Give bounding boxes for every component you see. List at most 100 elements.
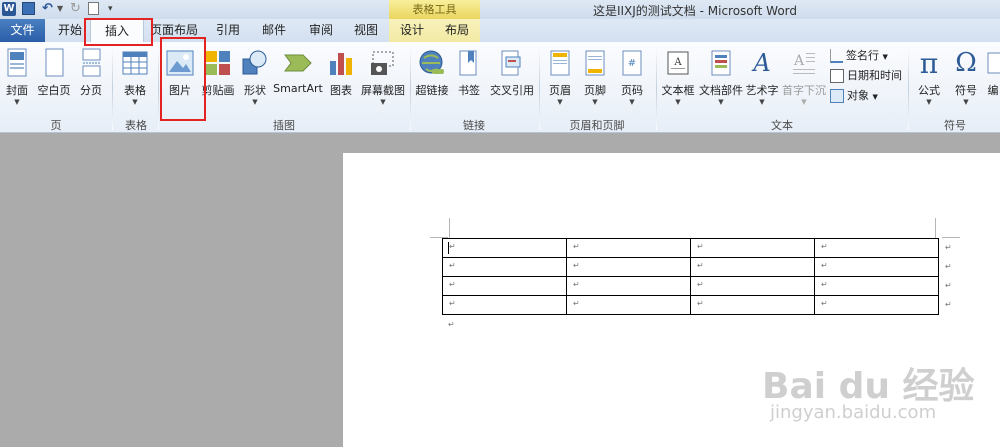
textbox-icon: A bbox=[667, 51, 689, 75]
header-icon bbox=[550, 50, 570, 76]
bookmark-icon bbox=[459, 50, 477, 76]
shapes-button[interactable]: 形状 ▼ bbox=[240, 46, 270, 107]
smartart-button[interactable]: SmartArt bbox=[273, 46, 323, 95]
table-cell[interactable]: ↵ bbox=[566, 276, 691, 296]
new-document-icon[interactable] bbox=[88, 2, 99, 15]
table-cell[interactable]: ↵ bbox=[442, 257, 567, 277]
bookmark-button[interactable]: 书签 bbox=[454, 46, 484, 98]
word-logo-icon[interactable]: W bbox=[2, 2, 16, 16]
shapes-icon bbox=[242, 50, 267, 75]
svg-text:#: # bbox=[628, 58, 636, 69]
table-cell[interactable]: ↵ bbox=[814, 276, 939, 296]
table-cell[interactable]: ↵ bbox=[442, 276, 567, 296]
table-cell[interactable]: ↵ bbox=[690, 238, 815, 258]
save-icon[interactable] bbox=[22, 2, 35, 15]
chart-label: 图表 bbox=[330, 84, 352, 97]
table-cell[interactable]: ↵ bbox=[566, 295, 691, 315]
drop-cap-button[interactable]: A 首字下沉 ▼ bbox=[781, 46, 827, 107]
tables-group-label: 表格 bbox=[125, 119, 147, 132]
table-icon bbox=[122, 51, 148, 75]
chevron-down-icon: ▼ bbox=[963, 98, 969, 106]
chevron-down-icon: ▼ bbox=[882, 53, 888, 61]
table-cell[interactable]: ↵ bbox=[814, 238, 939, 258]
row-end-mark: ↵ bbox=[945, 300, 952, 309]
cell-paragraph-mark: ↵ bbox=[697, 242, 704, 251]
wordart-label: 艺术字 bbox=[745, 84, 779, 97]
tab-references[interactable]: 引用 bbox=[210, 19, 246, 42]
page-number-icon: # bbox=[622, 50, 642, 76]
bookmark-label: 书签 bbox=[458, 84, 480, 97]
cell-paragraph-mark: ↵ bbox=[821, 299, 828, 308]
footer-label: 页脚 bbox=[584, 84, 606, 97]
undo-dropdown-icon[interactable]: ▼ bbox=[57, 2, 71, 16]
tab-design[interactable]: 设计 bbox=[394, 19, 430, 42]
date-time-button[interactable]: 日期和时间 bbox=[830, 67, 902, 83]
quick-parts-icon bbox=[711, 50, 731, 76]
hyperlink-button[interactable]: 超链接 bbox=[414, 46, 450, 98]
cross-reference-button[interactable]: 交叉引用 bbox=[488, 46, 536, 98]
equation-button[interactable]: π 公式 ▼ bbox=[913, 46, 945, 107]
symbols-group-label: 符号 bbox=[944, 119, 966, 132]
row-end-mark: ↵ bbox=[945, 281, 952, 290]
chevron-down-icon: ▼ bbox=[759, 98, 765, 106]
page-number-button[interactable]: # 页码 ▼ bbox=[617, 46, 647, 107]
chevron-down-icon: ▼ bbox=[629, 98, 635, 106]
numbering-button[interactable]: 编 bbox=[986, 46, 1000, 98]
table-tools-header: 表格工具 bbox=[389, 0, 480, 19]
tab-file[interactable]: 文件 bbox=[0, 19, 45, 42]
redo-icon[interactable]: ↻ bbox=[70, 2, 84, 16]
cell-paragraph-mark: ↵ bbox=[697, 299, 704, 308]
blank-page-icon bbox=[45, 48, 64, 77]
screenshot-button[interactable]: 屏幕截图 ▼ bbox=[358, 46, 408, 107]
date-time-label: 日期和时间 bbox=[847, 69, 902, 82]
table-cell[interactable]: ↵ bbox=[814, 257, 939, 277]
cell-paragraph-mark: ↵ bbox=[449, 299, 456, 308]
signature-line-button[interactable]: 签名行 ▼ bbox=[830, 47, 888, 63]
page-break-button[interactable]: 分页 bbox=[76, 46, 106, 98]
table-cell[interactable]: ↵ bbox=[442, 238, 567, 258]
screenshot-label: 屏幕截图 bbox=[361, 84, 405, 97]
table-cell[interactable]: ↵ bbox=[690, 295, 815, 315]
footer-button[interactable]: 页脚 ▼ bbox=[580, 46, 610, 107]
symbol-button[interactable]: Ω 符号 ▼ bbox=[950, 46, 982, 107]
table-cell[interactable]: ↵ bbox=[690, 257, 815, 277]
row-end-mark: ↵ bbox=[945, 243, 952, 252]
tab-review[interactable]: 审阅 bbox=[303, 19, 339, 42]
table-cell[interactable]: ↵ bbox=[566, 257, 691, 277]
table-label: 表格 bbox=[124, 84, 146, 97]
undo-icon[interactable]: ↶ bbox=[42, 2, 56, 16]
omega-icon: Ω bbox=[955, 48, 977, 78]
quick-parts-button[interactable]: 文档部件 ▼ bbox=[699, 46, 743, 107]
cell-paragraph-mark: ↵ bbox=[821, 261, 828, 270]
watermark-url: jingyan.baidu.com bbox=[770, 402, 937, 423]
chart-button[interactable]: 图表 bbox=[326, 46, 356, 98]
chevron-down-icon: ▼ bbox=[926, 98, 932, 106]
tab-view[interactable]: 视图 bbox=[348, 19, 384, 42]
cell-paragraph-mark: ↵ bbox=[821, 242, 828, 251]
object-button[interactable]: 对象 ▼ bbox=[830, 87, 878, 103]
document-table[interactable]: ↵ ↵ ↵ ↵ ↵ ↵ ↵ ↵ ↵ ↵ ↵ ↵ ↵ ↵ ↵ ↵ bbox=[442, 238, 939, 315]
table-cell[interactable]: ↵ bbox=[690, 276, 815, 296]
paragraph-mark: ↵ bbox=[448, 320, 455, 329]
textbox-button[interactable]: A 文本框 ▼ bbox=[660, 46, 696, 107]
chevron-down-icon: ▼ bbox=[872, 93, 878, 101]
cell-paragraph-mark: ↵ bbox=[697, 261, 704, 270]
tab-mailings[interactable]: 邮件 bbox=[256, 19, 292, 42]
table-button[interactable]: 表格 ▼ bbox=[118, 46, 152, 107]
header-button[interactable]: 页眉 ▼ bbox=[545, 46, 575, 107]
cover-page-button[interactable]: 封面 ▼ bbox=[2, 46, 32, 107]
group-separator bbox=[908, 46, 909, 130]
table-cell[interactable]: ↵ bbox=[814, 295, 939, 315]
wordart-button[interactable]: A 艺术字 ▼ bbox=[745, 46, 779, 107]
svg-text:A: A bbox=[793, 53, 805, 69]
clipart-icon bbox=[206, 51, 230, 75]
customize-toolbar-icon[interactable]: ▾ bbox=[108, 2, 122, 16]
text-cursor bbox=[448, 242, 449, 254]
table-cell[interactable]: ↵ bbox=[566, 238, 691, 258]
svg-text:A: A bbox=[673, 57, 682, 68]
tab-home[interactable]: 开始 bbox=[52, 19, 88, 42]
table-cell[interactable]: ↵ bbox=[442, 295, 567, 315]
blank-page-button[interactable]: 空白页 bbox=[36, 46, 72, 98]
tab-layout[interactable]: 布局 bbox=[439, 19, 475, 42]
smartart-icon bbox=[284, 54, 312, 72]
